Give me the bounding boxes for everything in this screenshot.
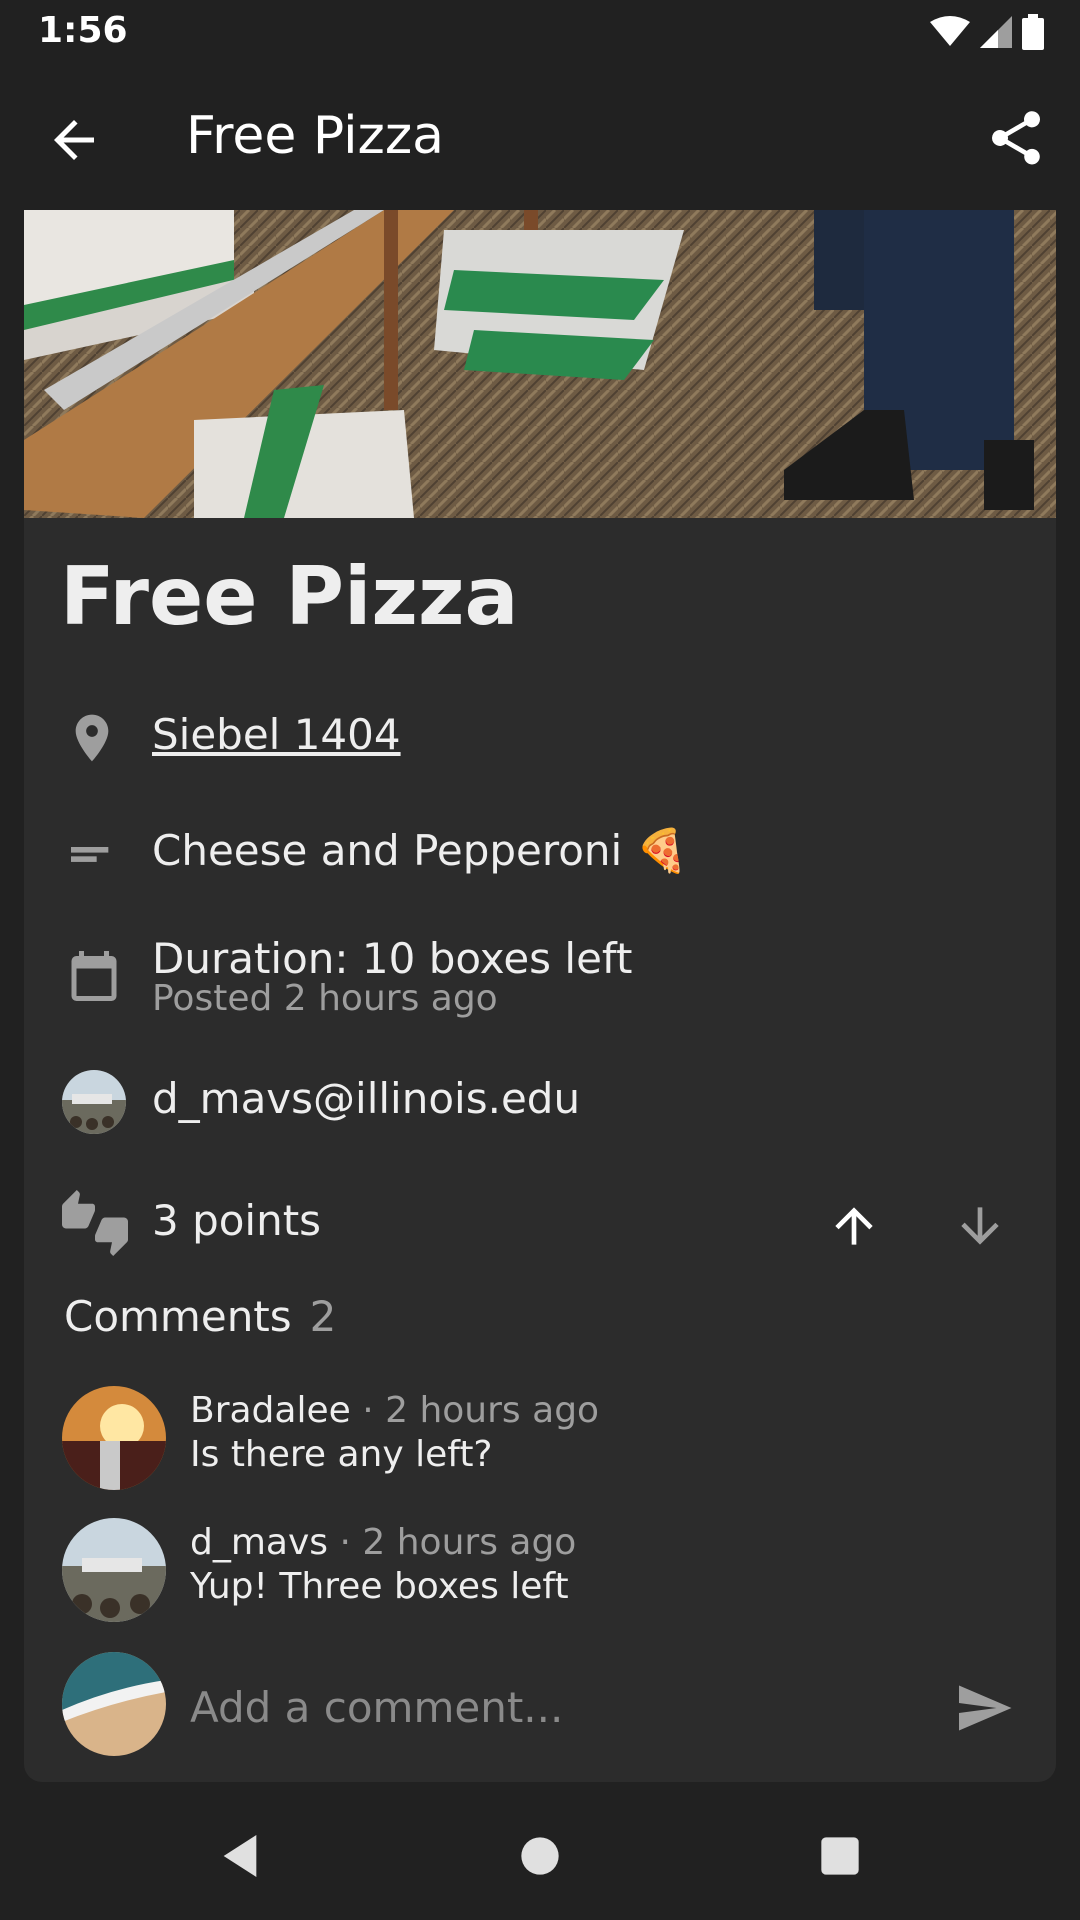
- comment-author: Bradalee: [190, 1390, 351, 1431]
- post-title: Free Pizza: [60, 550, 519, 643]
- comment-input[interactable]: [188, 1674, 932, 1740]
- add-comment-bar: [24, 1652, 1056, 1762]
- comment-header: Bradalee · 2 hours ago: [190, 1390, 599, 1431]
- app-bar-title: Free Pizza: [186, 106, 444, 166]
- location-row[interactable]: Siebel 1404: [24, 698, 1056, 778]
- post-duration: Duration: 10 boxes left: [152, 934, 633, 983]
- current-user-avatar: [62, 1652, 166, 1756]
- post-description: Cheese and Pepperoni 🍕: [152, 826, 688, 875]
- status-icons: [930, 14, 1044, 50]
- thumbs-up-down-icon: [62, 1190, 128, 1256]
- location-pin-icon: [75, 714, 109, 762]
- description-row: Cheese and Pepperoni 🍕: [24, 814, 1056, 894]
- upvote-arrow-icon[interactable]: [826, 1198, 882, 1254]
- nav-home-icon[interactable]: [512, 1828, 568, 1884]
- comment-author: d_mavs: [190, 1522, 329, 1563]
- commenter-avatar: [62, 1386, 166, 1490]
- share-icon[interactable]: [984, 106, 1048, 170]
- cellular-signal-icon: [980, 16, 1012, 48]
- wifi-icon: [930, 16, 970, 46]
- comment-time: · 2 hours ago: [362, 1390, 600, 1431]
- calendar-icon: [71, 951, 117, 1001]
- send-icon[interactable]: [954, 1678, 1014, 1738]
- back-arrow-icon[interactable]: [44, 110, 104, 170]
- duration-row: Duration: 10 boxes left Posted 2 hours a…: [24, 920, 1056, 1030]
- author-avatar: [62, 1070, 126, 1134]
- description-icon: [71, 847, 109, 862]
- comment-item: Bradalee · 2 hours ago Is there any left…: [24, 1386, 1056, 1496]
- status-time: 1:56: [38, 10, 128, 51]
- app-bar: Free Pizza: [0, 66, 1080, 210]
- system-nav-bar: [0, 1792, 1080, 1920]
- status-bar: 1:56: [0, 0, 1080, 66]
- comments-title: Comments: [64, 1292, 292, 1341]
- author-row: d_mavs@illinois.edu: [24, 1062, 1056, 1142]
- comments-header: Comments 2: [64, 1292, 336, 1341]
- location-link[interactable]: Siebel 1404: [152, 710, 401, 759]
- comment-header: d_mavs · 2 hours ago: [190, 1522, 576, 1563]
- author-email: d_mavs@illinois.edu: [152, 1074, 581, 1123]
- comment-time: · 2 hours ago: [339, 1522, 577, 1563]
- comments-count: 2: [309, 1292, 337, 1341]
- points-count: 3 points: [152, 1196, 322, 1245]
- comment-item: d_mavs · 2 hours ago Yup! Three boxes le…: [24, 1518, 1056, 1628]
- battery-icon: [1022, 14, 1044, 50]
- nav-recents-icon[interactable]: [812, 1828, 868, 1884]
- post-card: Free Pizza Siebel 1404 Cheese and Pepper…: [24, 210, 1056, 1782]
- comment-text: Is there any left?: [190, 1434, 493, 1475]
- points-row: 3 points: [24, 1176, 1056, 1266]
- comment-text: Yup! Three boxes left: [190, 1566, 569, 1607]
- post-time: Posted 2 hours ago: [152, 978, 498, 1019]
- downvote-arrow-icon[interactable]: [952, 1198, 1008, 1254]
- commenter-avatar: [62, 1518, 166, 1622]
- nav-back-icon[interactable]: [212, 1828, 268, 1884]
- post-image: [24, 210, 1056, 518]
